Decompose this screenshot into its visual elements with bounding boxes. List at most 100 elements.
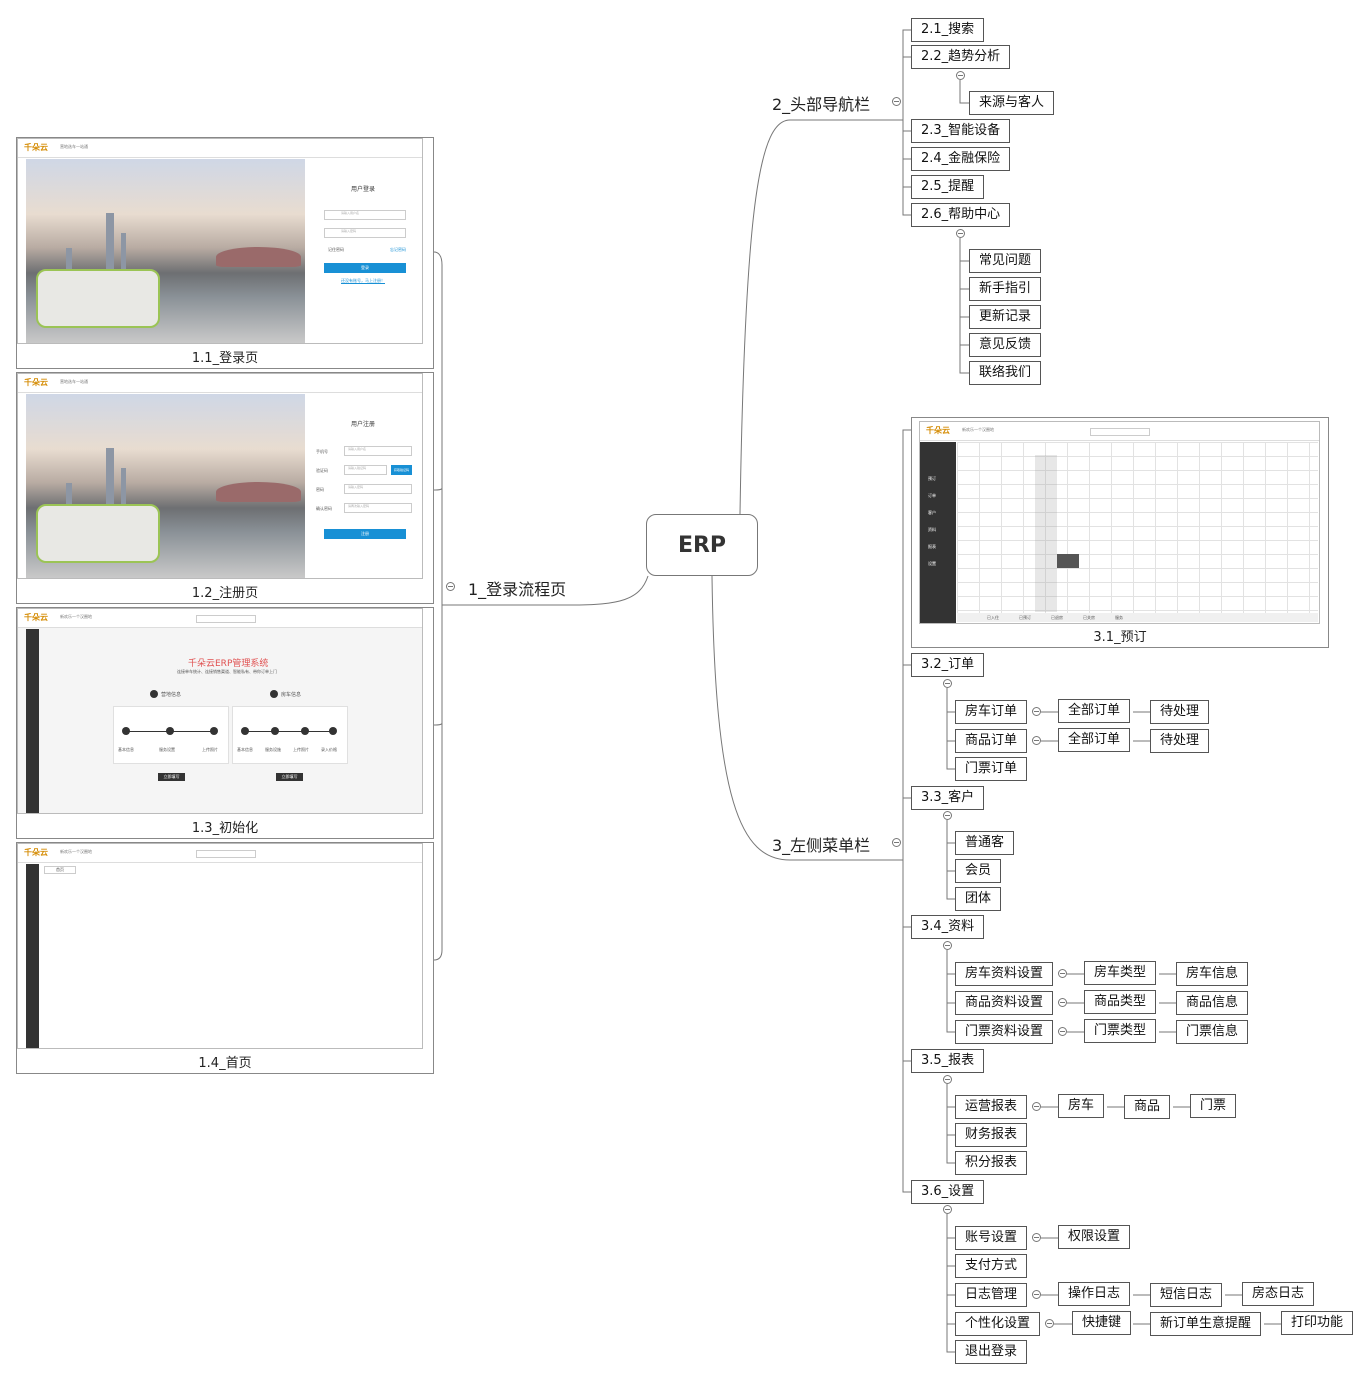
username-input[interactable]: 请输入用户名 — [324, 210, 406, 220]
node-all-orders[interactable]: 全部订单 — [1058, 728, 1131, 752]
search-input[interactable] — [196, 850, 256, 858]
search-input[interactable] — [196, 615, 256, 623]
node-goods-orders[interactable]: 商品订单 — [955, 729, 1028, 753]
booking-block[interactable] — [1057, 554, 1079, 568]
collapse-toggle-icon[interactable] — [1058, 1027, 1067, 1036]
code-input[interactable]: 请输入验证码 — [344, 465, 387, 475]
node-data[interactable]: 3.4_资料 — [911, 915, 985, 939]
collapse-toggle-icon[interactable] — [943, 941, 952, 950]
fill-camp-button[interactable]: 立即填写 — [158, 773, 185, 781]
node-rv-orders[interactable]: 房车订单 — [955, 700, 1028, 724]
node-pending[interactable]: 待处理 — [1150, 729, 1210, 753]
collapse-toggle-icon[interactable] — [956, 229, 965, 238]
node-personalization[interactable]: 个性化设置 — [955, 1312, 1041, 1336]
collapse-toggle-icon[interactable] — [1045, 1319, 1054, 1328]
root-node[interactable]: ERP — [646, 514, 758, 576]
node-source-guests[interactable]: 来源与客人 — [969, 91, 1055, 115]
screen-login[interactable]: 千朵云 营地选车一站通 用户登录 请输入用户名 请输入密码 记住密码 忘记密码 … — [16, 137, 434, 369]
node-rv-type[interactable]: 房车类型 — [1084, 961, 1157, 985]
node-goods-data-settings[interactable]: 商品资料设置 — [955, 991, 1054, 1015]
node-logout[interactable]: 退出登录 — [955, 1340, 1028, 1364]
node-points-report[interactable]: 积分报表 — [955, 1151, 1028, 1175]
node-faq[interactable]: 常见问题 — [969, 249, 1042, 273]
node-ticket-orders[interactable]: 门票订单 — [955, 757, 1028, 781]
node-operation-log[interactable]: 操作日志 — [1058, 1282, 1131, 1306]
register-button[interactable]: 注册 — [324, 529, 406, 539]
node-goods-type[interactable]: 商品类型 — [1084, 990, 1157, 1014]
node-rv-info[interactable]: 房车信息 — [1176, 962, 1249, 986]
confirm-input[interactable]: 请再次输入密码 — [344, 503, 412, 513]
collapse-toggle-icon[interactable] — [1032, 707, 1041, 716]
node-help-center[interactable]: 2.6_帮助中心 — [911, 203, 1011, 227]
collapse-toggle-icon[interactable] — [1032, 1102, 1041, 1111]
node-log-management[interactable]: 日志管理 — [955, 1283, 1028, 1307]
node-regular-guest[interactable]: 普通客 — [955, 831, 1015, 855]
collapse-toggle-icon[interactable] — [892, 97, 901, 106]
menu-item-customer[interactable]: 客户 — [928, 510, 936, 516]
node-member[interactable]: 会员 — [955, 859, 1002, 883]
screen-init[interactable]: 千朵云 新欢乐一个汉圈地 千朵云ERP管理系统 连接单车统计、连接销售渠道、智能… — [16, 607, 434, 839]
node-payment-method[interactable]: 支付方式 — [955, 1254, 1028, 1278]
node-pending[interactable]: 待处理 — [1150, 700, 1210, 724]
menu-item-report[interactable]: 报表 — [928, 544, 936, 550]
node-group[interactable]: 团体 — [955, 887, 1002, 911]
menu-item-order[interactable]: 订单 — [928, 493, 936, 499]
collapse-toggle-icon[interactable] — [943, 1205, 952, 1214]
collapse-toggle-icon[interactable] — [1058, 998, 1067, 1007]
password-input[interactable]: 请输入密码 — [344, 484, 412, 494]
fill-rv-button[interactable]: 立即填写 — [276, 773, 303, 781]
branch-login-flow[interactable]: 1_登录流程页 — [468, 576, 566, 600]
phone-input[interactable]: 请输入用户名 — [344, 446, 412, 456]
menu-item-data[interactable]: 资料 — [928, 527, 936, 533]
node-report-ticket[interactable]: 门票 — [1190, 1094, 1237, 1118]
forgot-link[interactable]: 忘记密码 — [390, 247, 406, 253]
node-goods-info[interactable]: 商品信息 — [1176, 991, 1249, 1015]
node-sms-log[interactable]: 短信日志 — [1150, 1283, 1223, 1307]
node-account-settings[interactable]: 账号设置 — [955, 1226, 1028, 1250]
node-all-orders[interactable]: 全部订单 — [1058, 699, 1131, 723]
node-ticket-data-settings[interactable]: 门票资料设置 — [955, 1020, 1054, 1044]
tab-home[interactable]: 首页 — [44, 866, 76, 874]
node-rv-data-settings[interactable]: 房车资料设置 — [955, 962, 1054, 986]
remember-checkbox[interactable]: 记住密码 — [328, 247, 344, 253]
register-link[interactable]: 还没有账号，马上注册！ — [341, 278, 385, 284]
node-settings[interactable]: 3.6_设置 — [911, 1180, 985, 1204]
collapse-toggle-icon[interactable] — [892, 838, 901, 847]
login-button[interactable]: 登录 — [324, 263, 406, 273]
branch-header-nav[interactable]: 2_头部导航栏 — [772, 91, 870, 115]
password-input[interactable]: 请输入密码 — [324, 228, 406, 238]
node-finance-report[interactable]: 财务报表 — [955, 1123, 1028, 1147]
booking-calendar-grid[interactable] — [957, 442, 1318, 614]
node-orders[interactable]: 3.2_订单 — [911, 653, 985, 677]
node-reminder[interactable]: 2.5_提醒 — [911, 175, 985, 199]
node-print-function[interactable]: 打印功能 — [1281, 1311, 1354, 1335]
node-trend-analysis[interactable]: 2.2_趋势分析 — [911, 45, 1011, 69]
node-search[interactable]: 2.1_搜索 — [911, 18, 985, 42]
menu-item-booking[interactable]: 预订 — [928, 476, 936, 482]
node-feedback[interactable]: 意见反馈 — [969, 333, 1042, 357]
menu-item-settings[interactable]: 设置 — [928, 561, 936, 567]
node-ticket-info[interactable]: 门票信息 — [1176, 1020, 1249, 1044]
node-permission-settings[interactable]: 权限设置 — [1058, 1225, 1131, 1249]
node-shortcuts[interactable]: 快捷键 — [1072, 1311, 1132, 1335]
node-customers[interactable]: 3.3_客户 — [911, 786, 985, 810]
collapse-toggle-icon[interactable] — [1058, 969, 1067, 978]
search-input[interactable] — [1090, 428, 1150, 436]
collapse-toggle-icon[interactable] — [943, 811, 952, 820]
collapse-toggle-icon[interactable] — [1032, 1290, 1041, 1299]
collapse-toggle-icon[interactable] — [956, 71, 965, 80]
node-report-rv[interactable]: 房车 — [1058, 1094, 1105, 1118]
node-guide[interactable]: 新手指引 — [969, 277, 1042, 301]
node-report-goods[interactable]: 商品 — [1124, 1095, 1171, 1119]
node-operation-report[interactable]: 运营报表 — [955, 1095, 1028, 1119]
node-room-status-log[interactable]: 房态日志 — [1242, 1282, 1315, 1306]
node-reports[interactable]: 3.5_报表 — [911, 1049, 985, 1073]
collapse-toggle-icon[interactable] — [1032, 736, 1041, 745]
node-smart-devices[interactable]: 2.3_智能设备 — [911, 119, 1011, 143]
node-contact[interactable]: 联络我们 — [969, 361, 1042, 385]
node-finance-insurance[interactable]: 2.4_金融保险 — [911, 147, 1011, 171]
node-new-order-alert[interactable]: 新订单生意提醒 — [1150, 1312, 1262, 1336]
screen-home[interactable]: 千朵云 新欢乐一个汉圈地 首页 1.4_首页 — [16, 842, 434, 1074]
node-changelog[interactable]: 更新记录 — [969, 305, 1042, 329]
get-code-button[interactable]: 获取验证码 — [391, 465, 412, 475]
